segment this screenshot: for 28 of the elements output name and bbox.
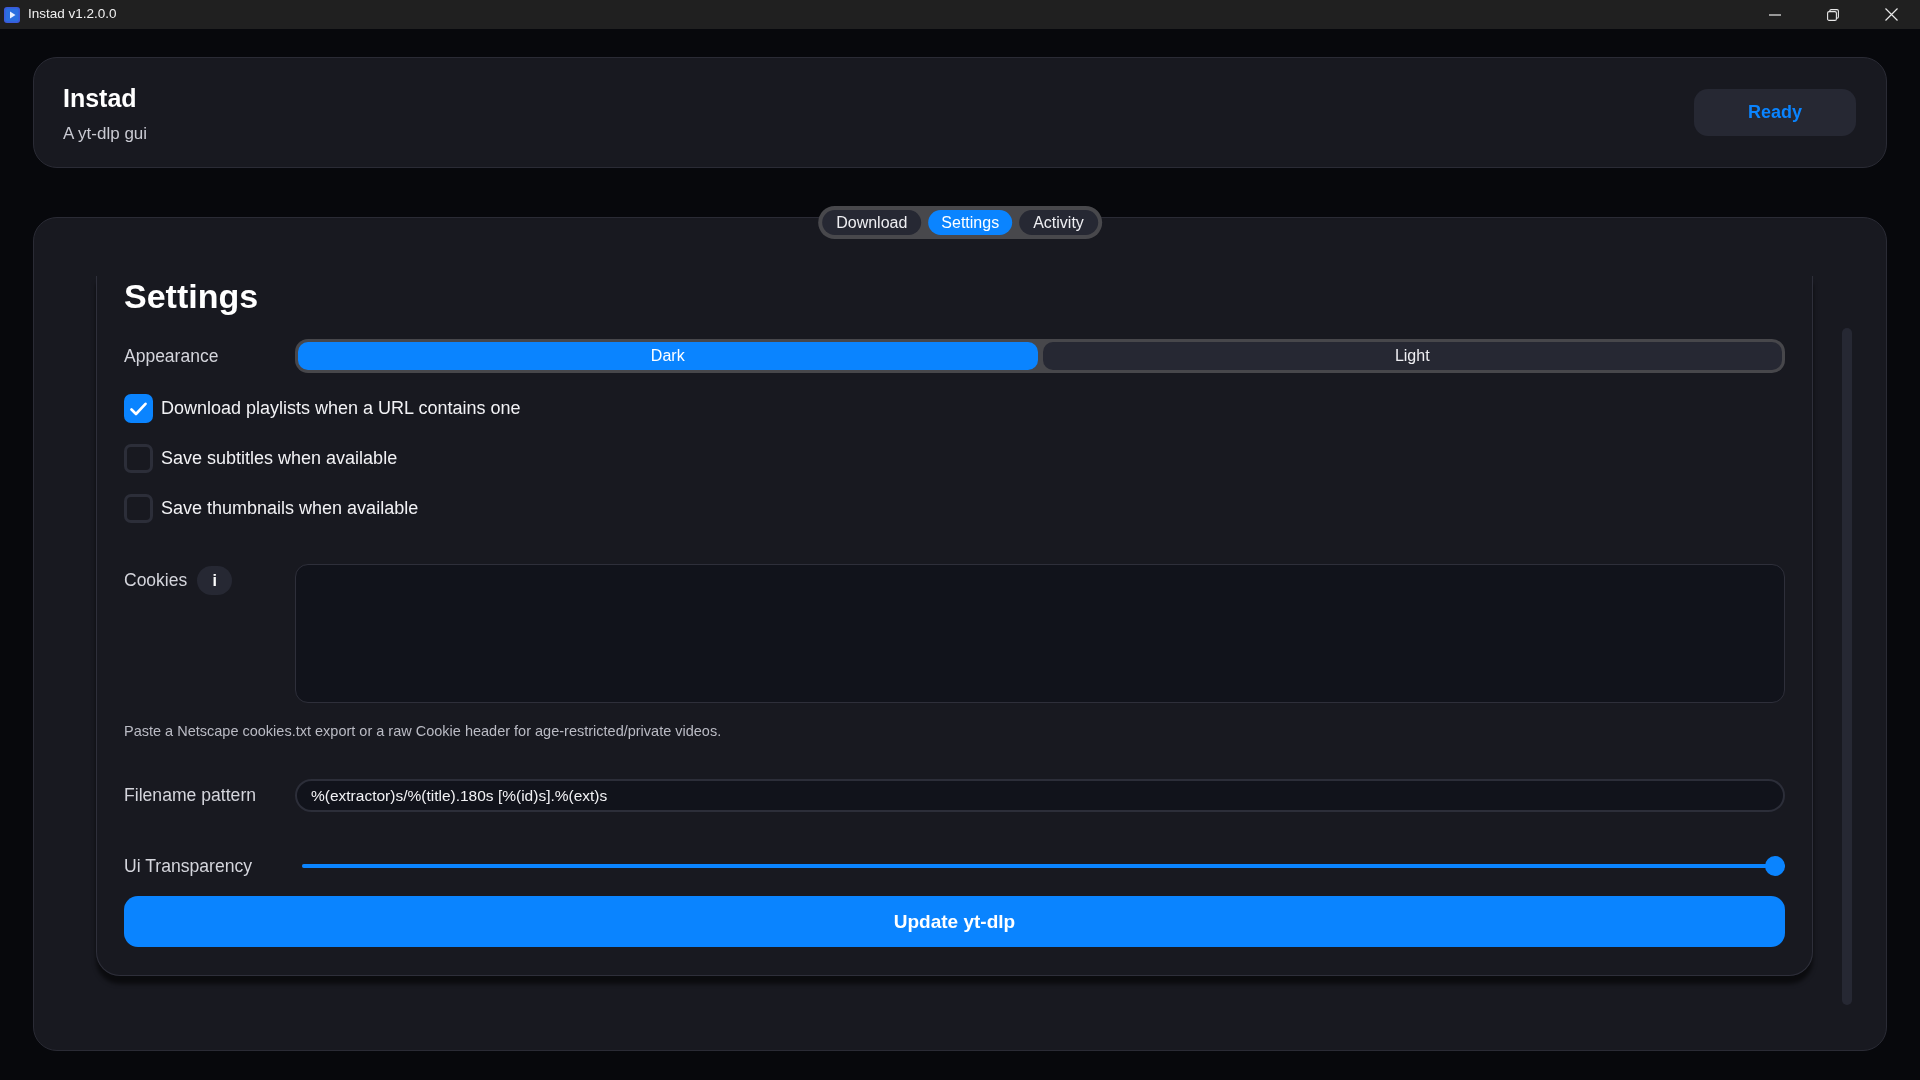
cookies-field[interactable] xyxy=(295,564,1785,703)
slider-thumb[interactable] xyxy=(1765,856,1785,877)
option-label: Download playlists when a URL contains one xyxy=(161,397,521,420)
field-label: Ui Transparency xyxy=(124,855,254,878)
tab[interactable]: Settings xyxy=(928,210,1013,235)
filename-field[interactable]: %(extractor)s/%(title).180s [%(id)s].%(ext)s xyxy=(295,779,1785,812)
app-title: Instad xyxy=(63,82,138,113)
field-label: Cookies xyxy=(124,569,188,593)
option-label: Save thumbnails when available xyxy=(161,497,419,520)
option-label: Save subtitles when available xyxy=(161,447,398,470)
info-button[interactable]: i xyxy=(197,566,233,595)
update-button[interactable]: Update yt-dlp xyxy=(124,896,1785,948)
field-label: Filename pattern xyxy=(124,784,258,808)
window-title: Instad v1.2.0.0 xyxy=(28,5,117,24)
checkbox[interactable] xyxy=(124,444,153,473)
app-logo-icon xyxy=(4,6,20,23)
tab[interactable]: Activity xyxy=(1019,210,1098,235)
app-subtitle: A yt-dlp gui xyxy=(63,122,148,145)
field-label: Appearance xyxy=(124,344,220,368)
settings-heading: Settings xyxy=(124,276,260,316)
tab[interactable]: Download xyxy=(822,210,922,235)
segment-option[interactable]: Dark xyxy=(298,342,1038,370)
checkbox[interactable] xyxy=(124,394,153,423)
segment-option[interactable]: Light xyxy=(1042,342,1782,370)
help-text: Paste a Netscape cookies.txt export or a raw Cookie header for age-restricted/private videos. xyxy=(124,723,723,739)
checkbox[interactable] xyxy=(124,494,153,523)
status-button[interactable]: Ready xyxy=(1694,89,1856,136)
checkmark-icon xyxy=(130,401,147,416)
